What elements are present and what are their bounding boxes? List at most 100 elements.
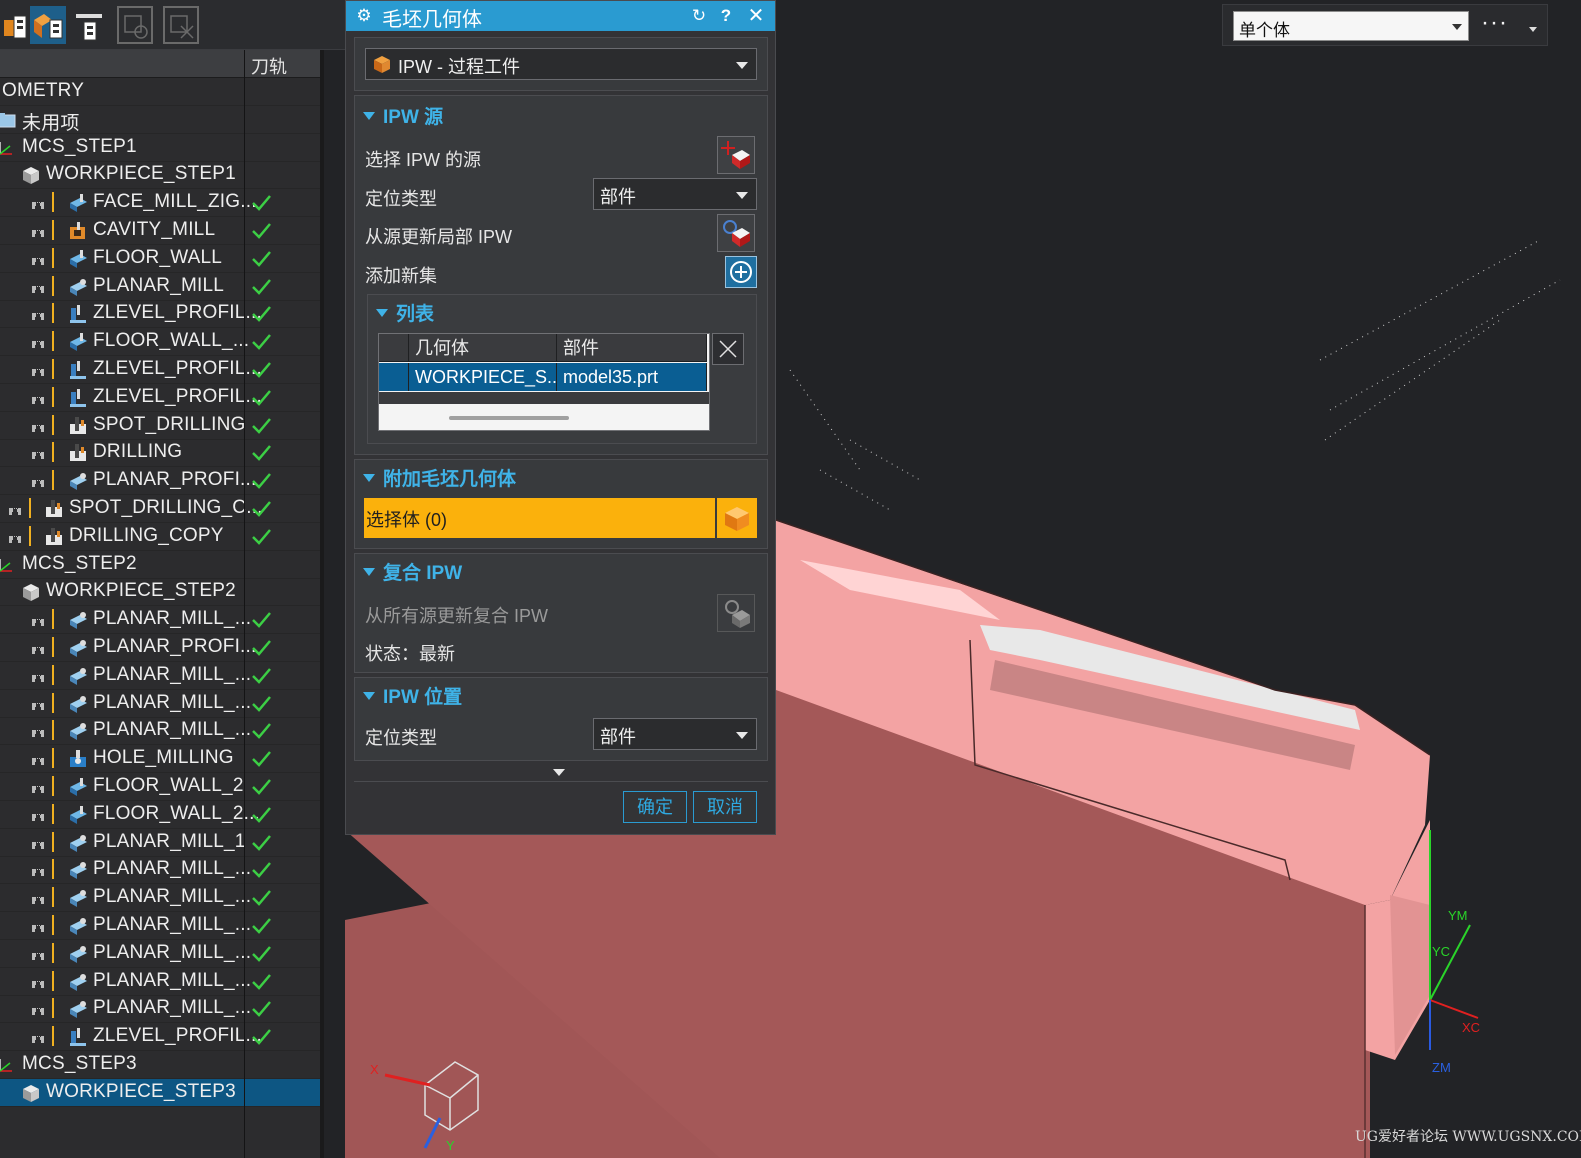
- navigator-row[interactable]: PLANAR_MILL_1: [0, 829, 320, 857]
- navigator-row[interactable]: DRILLING_COPY: [0, 523, 320, 551]
- cancel-button[interactable]: 取消: [693, 791, 757, 823]
- update-local-ipw-button[interactable]: [717, 214, 755, 252]
- navigator-row[interactable]: ZLEVEL_PROFIL...: [0, 300, 320, 329]
- navigator-row[interactable]: WORKPIECE_STEP1: [0, 161, 320, 190]
- section-composite-ipw[interactable]: 复合 IPW: [363, 558, 462, 585]
- navigator-row[interactable]: FLOOR_WALL_...: [0, 328, 320, 357]
- section-ipw-source[interactable]: IPW 源: [363, 102, 443, 129]
- select-body-field[interactable]: 选择体 (0): [364, 498, 715, 538]
- navigator-row[interactable]: 未用项: [0, 106, 320, 134]
- navigator-scrollbar[interactable]: [320, 50, 324, 1158]
- section-additional-blank[interactable]: 附加毛坯几何体: [363, 464, 516, 491]
- add-new-set-label: 添加新集: [365, 266, 437, 286]
- navigator-row[interactable]: WORKPIECE_STEP3: [0, 1078, 320, 1107]
- update-composite-ipw-button[interactable]: [717, 594, 755, 632]
- navigator-row-label: FLOOR_WALL_2: [93, 775, 244, 796]
- navigator-row[interactable]: ZLEVEL_PROFIL...: [0, 384, 320, 412]
- geometry-view-button[interactable]: [30, 6, 66, 44]
- warning-icon: [52, 442, 56, 463]
- planar-operation-icon: [67, 666, 89, 686]
- status-label: 状态：最新: [365, 644, 455, 664]
- navigator-row[interactable]: PLANAR_MILL_...: [0, 606, 320, 635]
- planar-operation-icon: [67, 999, 89, 1019]
- navigator-row-label: PLANAR_MILL_...: [93, 914, 252, 935]
- navigator-row[interactable]: PLANAR_MILL: [0, 273, 320, 301]
- table-cell-part[interactable]: model35.prt: [557, 363, 707, 391]
- navigator-row[interactable]: CAVITY_MILL: [0, 217, 320, 245]
- navigator-row[interactable]: WORKPIECE_STEP2: [0, 578, 320, 607]
- positioning-type-select[interactable]: 部件: [593, 178, 757, 210]
- check-icon: [250, 914, 272, 936]
- navigator-row[interactable]: PLANAR_PROFI...: [0, 467, 320, 496]
- more-options-button[interactable]: ···: [1481, 9, 1508, 37]
- table-row-handle[interactable]: [379, 363, 409, 391]
- add-new-set-button[interactable]: [725, 256, 757, 288]
- navigator-row[interactable]: DRILLING: [0, 439, 320, 468]
- toolbar-dropdown-icon[interactable]: [1529, 27, 1537, 32]
- column-header-toolpath[interactable]: 刀轨: [251, 53, 287, 79]
- navigator-row[interactable]: HOLE_MILLING: [0, 745, 320, 774]
- drill-operation-icon: [67, 416, 89, 436]
- navigator-row-label: SPOT_DRILLING: [93, 413, 246, 435]
- horizontal-scrollbar[interactable]: [449, 416, 569, 420]
- navigator-row[interactable]: MCS_STEP3: [0, 1051, 320, 1079]
- navigator-row[interactable]: FLOOR_WALL: [0, 245, 320, 273]
- section-list[interactable]: 列表: [376, 299, 434, 326]
- navigator-row[interactable]: PLANAR_MILL_...: [0, 856, 320, 885]
- chevron-down-icon: [736, 62, 748, 69]
- navigator-row[interactable]: MCS_STEP2: [0, 551, 320, 579]
- close-icon[interactable]: ✕: [746, 6, 766, 26]
- blank-geometry-dialog: ⚙ 毛坯几何体 ↻ ? ✕ IPW - 过程工件 IPW 源 选择 IPW 的源…: [345, 0, 776, 835]
- navigator-row[interactable]: PLANAR_MILL_...: [0, 940, 320, 968]
- navigator-row[interactable]: ZLEVEL_PROFIL...: [0, 1023, 320, 1052]
- navigator-row[interactable]: FLOOR_WALL_2...: [0, 801, 320, 829]
- navigator-row[interactable]: PLANAR_MILL_...: [0, 968, 320, 996]
- dialog-title-bar[interactable]: ⚙ 毛坯几何体 ↻ ? ✕: [346, 1, 775, 31]
- selection-filter-select[interactable]: 单个体: [1233, 11, 1469, 41]
- help-icon[interactable]: ?: [716, 6, 736, 26]
- column-header-part[interactable]: 部件: [557, 334, 707, 362]
- navigator-row[interactable]: ZLEVEL_PROFIL...: [0, 356, 320, 384]
- navigator-row[interactable]: PLANAR_MILL_...: [0, 884, 320, 913]
- warning-icon: [29, 525, 33, 546]
- table-cell-geometry[interactable]: WORKPIECE_S...: [409, 363, 562, 391]
- remove-list-item-button[interactable]: [712, 333, 744, 365]
- navigator-row[interactable]: PLANAR_MILL_...: [0, 995, 320, 1024]
- check-icon: [250, 1025, 272, 1047]
- machine-tool-view-button[interactable]: [72, 6, 108, 44]
- section-ipw-position[interactable]: IPW 位置: [363, 682, 462, 709]
- navigator-row[interactable]: OMETRY: [0, 78, 320, 106]
- planar-operation-icon: [67, 694, 89, 714]
- planar-operation-icon: [67, 610, 89, 630]
- warning-icon: [52, 1026, 56, 1047]
- hole-operation-icon: [67, 749, 89, 769]
- column-header-geometry[interactable]: 几何体: [409, 334, 557, 362]
- add-to-program-button[interactable]: [117, 6, 153, 44]
- planar-operation-icon: [67, 972, 89, 992]
- navigator-row[interactable]: SPOT_DRILLING: [0, 412, 320, 440]
- position-type-select[interactable]: 部件: [593, 718, 757, 750]
- expand-more-icon[interactable]: [553, 769, 565, 776]
- navigator-row[interactable]: FACE_MILL_ZIG...: [0, 189, 320, 218]
- source-list-table[interactable]: 几何体 部件 WORKPIECE_S... model35.prt: [378, 333, 710, 431]
- navigator-row[interactable]: PLANAR_MILL_...: [0, 662, 320, 690]
- select-ipw-source-button[interactable]: [717, 136, 755, 174]
- remove-from-program-button[interactable]: [163, 6, 199, 44]
- ok-button[interactable]: 确定: [623, 791, 687, 823]
- navigator-row[interactable]: PLANAR_MILL_...: [0, 912, 320, 940]
- navigator-row[interactable]: PLANAR_MILL_...: [0, 717, 320, 746]
- warning-icon: [52, 470, 56, 491]
- check-icon: [250, 219, 272, 241]
- type-panel: IPW - 过程工件: [354, 37, 768, 91]
- navigator-row[interactable]: PLANAR_PROFI...: [0, 634, 320, 662]
- navigator-row[interactable]: MCS_STEP1: [0, 134, 320, 162]
- blank-type-select[interactable]: IPW - 过程工件: [365, 48, 757, 80]
- navigator-row-label: ZLEVEL_PROFIL...: [93, 358, 262, 379]
- gear-icon: ⚙: [356, 6, 372, 25]
- navigator-row[interactable]: SPOT_DRILLING_C...: [0, 495, 320, 523]
- reset-icon[interactable]: ↻: [689, 6, 709, 26]
- navigator-row[interactable]: PLANAR_MILL_...: [0, 690, 320, 718]
- navigator-row[interactable]: FLOOR_WALL_2: [0, 773, 320, 801]
- warning-icon: [52, 192, 56, 213]
- select-body-button[interactable]: [717, 498, 757, 538]
